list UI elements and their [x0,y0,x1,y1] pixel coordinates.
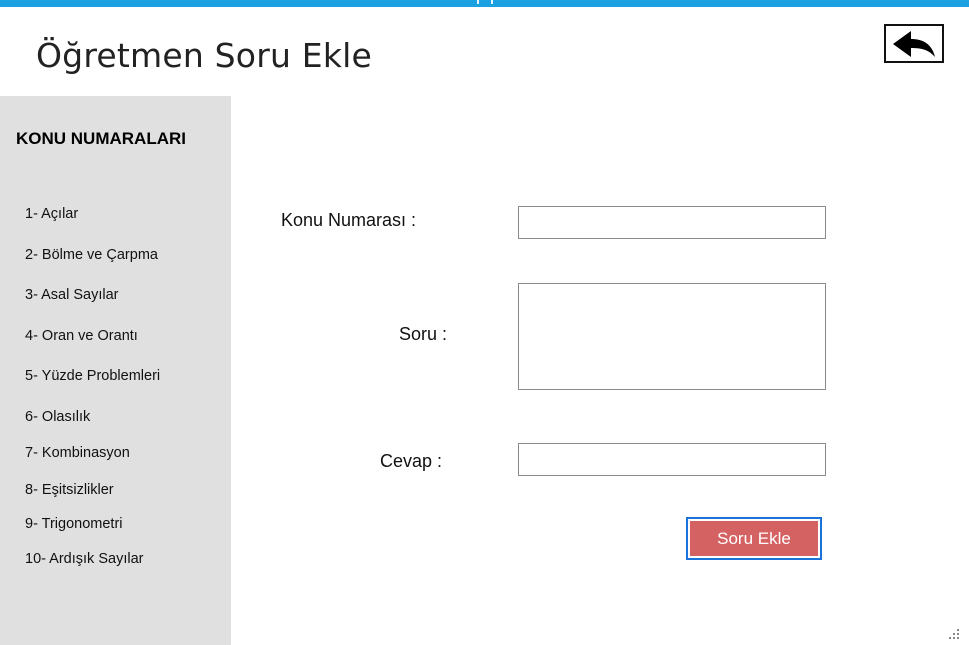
topic-item-7: 7- Kombinasyon [25,445,130,461]
topic-item-5: 5- Yüzde Problemleri [25,368,161,384]
add-question-button-label: Soru Ekle [690,521,818,556]
topic-item-3: 3- Asal Sayılar [25,287,119,303]
topic-item-6: 6- Olasılık [25,409,91,425]
add-question-button[interactable]: Soru Ekle [686,517,822,560]
topic-number-input[interactable] [518,206,826,239]
page-title: Öğretmen Soru Ekle [36,36,373,75]
topic-item-1: 1- Açılar [25,206,79,222]
answer-input[interactable] [518,443,826,476]
answer-label: Cevap : [380,451,443,471]
resize-grip-icon[interactable] [947,628,961,640]
back-button[interactable] [884,24,944,63]
topic-item-8: 8- Eşitsizlikler [25,482,114,498]
window-title-bar[interactable] [0,0,969,7]
question-textarea[interactable] [518,283,826,390]
topic-item-2: 2- Bölme ve Çarpma [25,247,158,263]
sidebar-heading: KONU NUMARALARI [16,129,186,148]
topic-sidebar: KONU NUMARALARI 1- Açılar 2- Bölme ve Ça… [0,96,231,645]
question-label: Soru : [399,324,448,344]
title-bar-grip [477,0,493,4]
topic-number-label: Konu Numarası : [281,210,417,230]
app-window: Öğretmen Soru Ekle KONU NUMARALARI 1- Aç… [0,0,969,645]
topic-item-10: 10- Ardışık Sayılar [25,551,144,567]
topic-item-9: 9- Trigonometri [25,516,123,532]
topic-item-4: 4- Oran ve Orantı [25,328,138,344]
back-arrow-icon [893,30,935,57]
